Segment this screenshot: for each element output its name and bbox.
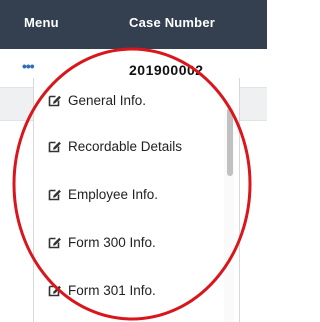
- edit-icon: [48, 187, 62, 201]
- menu-item-general-info[interactable]: General Info.: [48, 88, 146, 112]
- row-actions-dropdown: General Info. Recordable Details Employe…: [33, 78, 240, 322]
- case-number-column-header: Case Number: [129, 15, 216, 30]
- menu-item-employee-info[interactable]: Employee Info.: [48, 182, 158, 206]
- menu-item-label: Employee Info.: [68, 186, 159, 202]
- case-number-cell: 201900002: [129, 62, 204, 78]
- menu-item-label: Recordable Details: [68, 138, 183, 154]
- edit-icon: [48, 283, 62, 297]
- menu-item-label: General Info.: [68, 92, 147, 108]
- menu-item-recordable-details[interactable]: Recordable Details: [48, 134, 182, 158]
- row-actions-menu-button[interactable]: •••: [22, 59, 40, 75]
- menu-item-label: Form 300 Info.: [68, 234, 156, 250]
- menu-item-form-301-info[interactable]: Form 301 Info.: [48, 278, 156, 302]
- edit-icon: [48, 235, 62, 249]
- edit-icon: [48, 93, 62, 107]
- edit-icon: [48, 139, 62, 153]
- menu-item-label: Form 301 Info.: [68, 282, 156, 298]
- dropdown-scrollbar-thumb[interactable]: [227, 108, 233, 176]
- menu-item-form-300-info[interactable]: Form 300 Info.: [48, 230, 156, 254]
- menu-column-header: Menu: [24, 15, 59, 30]
